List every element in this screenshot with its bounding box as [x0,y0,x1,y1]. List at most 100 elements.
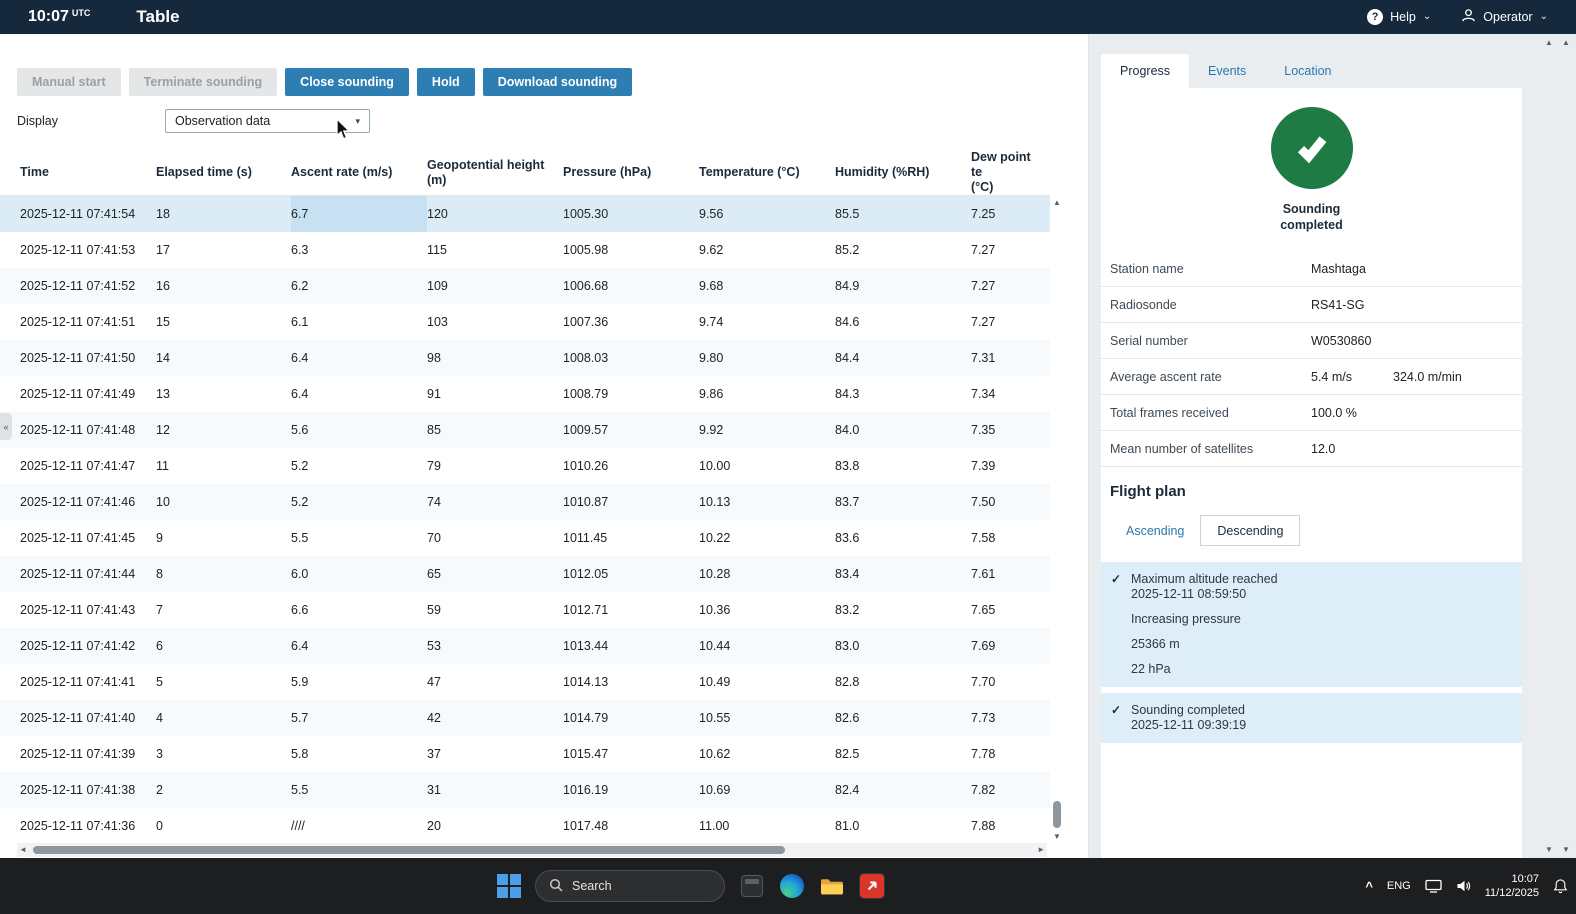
table-cell[interactable]: 13 [156,376,291,412]
table-cell[interactable]: 84.4 [835,340,971,376]
tab-descending[interactable]: Descending [1200,515,1301,546]
table-cell[interactable]: 2 [156,772,291,808]
table-cell[interactable]: 65 [427,556,563,592]
table-cell[interactable]: 7.25 [971,196,1050,232]
table-cell[interactable]: 2025-12-11 07:41:43 [20,592,156,628]
table-cell[interactable]: 53 [427,628,563,664]
table-cell[interactable]: 83.0 [835,628,971,664]
table-cell[interactable]: 10.69 [699,772,835,808]
scroll-down-icon[interactable]: ▼ [1542,845,1556,854]
table-cell[interactable]: 6.0 [291,556,427,592]
table-cell[interactable]: 15 [156,304,291,340]
table-cell[interactable]: 42 [427,700,563,736]
table-cell[interactable]: 7.50 [971,484,1050,520]
table-cell[interactable]: 9.92 [699,412,835,448]
table-cell[interactable]: 91 [427,376,563,412]
notifications-bell-icon[interactable] [1553,878,1568,894]
table-cell[interactable]: 17 [156,232,291,268]
table-cell[interactable]: 1009.57 [563,412,699,448]
panel-scrollbar[interactable]: ▲ ▼ [1542,38,1556,854]
table-horizontal-scrollbar[interactable]: ◄ ► [17,843,1047,857]
table-cell[interactable]: 9.68 [699,268,835,304]
table-cell[interactable]: 2025-12-11 07:41:41 [20,664,156,700]
table-cell[interactable]: 85 [427,412,563,448]
column-header-pressure[interactable]: Pressure (hPa) [563,165,699,180]
table-cell[interactable]: 5.8 [291,736,427,772]
table-cell[interactable]: 5 [156,664,291,700]
table-cell[interactable]: 14 [156,340,291,376]
table-cell[interactable]: 18 [156,196,291,232]
table-cell[interactable]: 0 [156,808,291,843]
table-cell[interactable]: 6 [156,628,291,664]
column-header-geopotential-height[interactable]: Geopotential height (m) [427,158,563,188]
table-cell[interactable]: 10.44 [699,628,835,664]
speaker-icon[interactable] [1456,879,1471,893]
table-cell[interactable]: 1010.26 [563,448,699,484]
table-cell[interactable]: 7.78 [971,736,1050,772]
scroll-down-icon[interactable]: ▼ [1559,845,1573,854]
table-cell[interactable]: 6.2 [291,268,427,304]
download-sounding-button[interactable]: Download sounding [482,68,633,96]
table-cell[interactable]: 7.88 [971,808,1050,843]
table-row[interactable]: 2025-12-11 07:41:38 2 5.5 31 1016.19 10.69 82.… [0,772,1050,808]
close-sounding-button[interactable]: Close sounding [285,68,409,96]
tab-progress[interactable]: Progress [1101,54,1190,88]
tray-expand-icon[interactable]: ^ [1365,879,1373,894]
table-row[interactable]: 2025-12-11 07:41:45 9 5.5 70 1011.45 10.22 83.… [0,520,1050,556]
help-menu[interactable]: ? Help ⌄ [1367,9,1431,25]
table-cell[interactable]: 10.55 [699,700,835,736]
table-row[interactable]: 2025-12-11 07:41:42 6 6.4 53 1013.44 10.44 83.… [0,628,1050,664]
table-cell[interactable]: 31 [427,772,563,808]
table-cell[interactable]: 83.2 [835,592,971,628]
table-cell[interactable]: 82.6 [835,700,971,736]
table-cell[interactable]: 10 [156,484,291,520]
table-cell[interactable]: 4 [156,700,291,736]
table-row[interactable]: 2025-12-11 07:41:39 3 5.8 37 1015.47 10.62 82.… [0,736,1050,772]
table-cell[interactable]: 2025-12-11 07:41:45 [20,520,156,556]
table-cell[interactable]: 1006.68 [563,268,699,304]
collapse-panel-button[interactable]: « [0,413,12,440]
table-row[interactable]: 2025-12-11 07:41:41 5 5.9 47 1014.13 10.49 82.… [0,664,1050,700]
table-row[interactable]: 2025-12-11 07:41:52 16 6.2 109 1006.68 9.68 84… [0,268,1050,304]
column-header-humidity[interactable]: Humidity (%RH) [835,165,971,180]
table-cell[interactable]: //// [291,808,427,843]
table-cell[interactable]: 1011.45 [563,520,699,556]
table-cell[interactable]: 11.00 [699,808,835,843]
table-row[interactable]: 2025-12-11 07:41:36 0////20 1017.48 11.00 81… [0,808,1050,843]
table-cell[interactable]: 7.35 [971,412,1050,448]
column-header-elapsed-time[interactable]: Elapsed time (s) [156,165,291,180]
file-explorer-icon[interactable] [819,873,845,899]
table-cell[interactable]: 7.39 [971,448,1050,484]
scroll-up-icon[interactable]: ▲ [1559,38,1573,47]
table-cell[interactable]: 10.00 [699,448,835,484]
table-cell[interactable]: 120 [427,196,563,232]
table-cell[interactable]: 7.31 [971,340,1050,376]
table-cell[interactable]: 1016.19 [563,772,699,808]
table-cell[interactable]: 1008.79 [563,376,699,412]
table-cell[interactable]: 2025-12-11 07:41:38 [20,772,156,808]
edge-browser-icon[interactable] [779,873,805,899]
table-cell[interactable]: 1017.48 [563,808,699,843]
table-cell[interactable]: 2025-12-11 07:41:54 [20,196,156,232]
table-cell[interactable]: 3 [156,736,291,772]
tab-events[interactable]: Events [1189,54,1265,88]
table-cell[interactable]: 12 [156,412,291,448]
scroll-right-icon[interactable]: ► [1037,845,1045,854]
table-cell[interactable]: 10.62 [699,736,835,772]
table-cell[interactable]: 1007.36 [563,304,699,340]
table-cell[interactable]: 5.5 [291,520,427,556]
table-cell[interactable]: 2025-12-11 07:41:40 [20,700,156,736]
table-cell[interactable]: 6.1 [291,304,427,340]
table-cell[interactable]: 8 [156,556,291,592]
table-cell[interactable]: 1012.05 [563,556,699,592]
table-cell[interactable]: 10.28 [699,556,835,592]
table-cell[interactable]: 84.9 [835,268,971,304]
table-cell[interactable]: 37 [427,736,563,772]
table-cell[interactable]: 7.65 [971,592,1050,628]
table-cell[interactable]: 10.13 [699,484,835,520]
column-header-dew-point[interactable]: Dew point te (°C) [971,150,1050,195]
table-cell[interactable]: 2025-12-11 07:41:50 [20,340,156,376]
table-cell[interactable]: 6.4 [291,376,427,412]
table-cell[interactable]: 20 [427,808,563,843]
table-cell[interactable]: 98 [427,340,563,376]
